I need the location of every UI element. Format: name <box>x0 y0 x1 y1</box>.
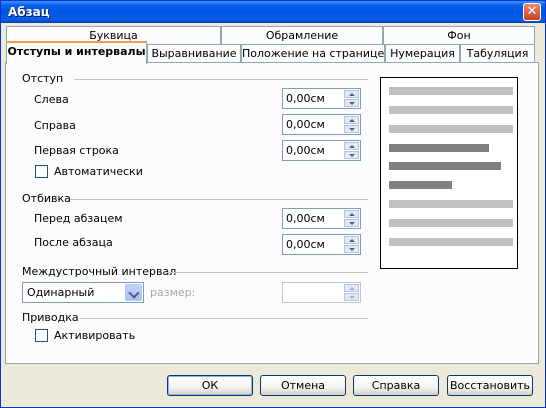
register-heading: Приводка <box>22 311 79 324</box>
chevron-down-icon[interactable] <box>125 284 142 301</box>
first-line-label: Первая строка <box>34 144 119 157</box>
paragraph-preview <box>380 77 518 269</box>
register-activate-checkbox[interactable] <box>35 329 48 342</box>
spin-up-icon[interactable] <box>344 142 359 150</box>
spacing-before-label: Перед абзацем <box>34 212 123 225</box>
indent-left-spinbox[interactable]: 0,00см <box>282 88 361 109</box>
indent-heading: Отступ <box>22 72 64 85</box>
spacing-after-value: 0,00см <box>286 238 325 251</box>
spacing-before-value: 0,00см <box>286 212 325 225</box>
tab-numbering[interactable]: Нумерация <box>385 44 460 64</box>
spin-down-icon[interactable] <box>344 151 359 159</box>
register-activate-label: Активировать <box>54 329 136 342</box>
reset-button[interactable]: Восстановить <box>447 375 533 396</box>
line-spacing-heading: Междустрочный интервал <box>22 265 177 278</box>
indent-separator <box>74 79 368 80</box>
spacing-separator <box>70 199 368 200</box>
spin-down-icon[interactable] <box>344 219 359 227</box>
spin-down-icon[interactable] <box>344 125 359 133</box>
preview-line <box>389 106 513 114</box>
indent-right-spinbox[interactable]: 0,00см <box>282 114 361 135</box>
spin-up-icon[interactable] <box>344 210 359 218</box>
auto-indent-label: Автоматически <box>54 165 143 178</box>
line-spacing-size-label: размер: <box>150 286 196 299</box>
close-icon: ✕ <box>526 4 538 19</box>
close-button[interactable]: ✕ <box>523 3 541 21</box>
cancel-button[interactable]: Отмена <box>260 375 346 396</box>
indent-left-value: 0,00см <box>286 92 325 105</box>
spacing-before-spinbox[interactable]: 0,00см <box>282 208 361 229</box>
spacing-heading: Отбивка <box>22 192 71 205</box>
preview-line <box>389 219 513 227</box>
indent-right-value: 0,00см <box>286 118 325 131</box>
preview-line <box>389 87 513 95</box>
line-spacing-size-spinbox <box>282 282 361 303</box>
auto-indent-checkbox[interactable] <box>35 165 48 178</box>
tab-borders[interactable]: Обрамление <box>221 26 383 46</box>
preview-line <box>389 238 513 246</box>
first-line-value: 0,00см <box>286 144 325 157</box>
line-spacing-select[interactable]: Одинарный <box>22 282 144 303</box>
tab-tabs[interactable]: Табуляция <box>460 44 535 64</box>
register-separator <box>80 318 368 319</box>
line-spacing-selected: Одинарный <box>27 286 95 299</box>
tab-background[interactable]: Фон <box>383 26 535 46</box>
spin-up-icon[interactable] <box>344 236 359 244</box>
ok-button[interactable]: ОК <box>167 375 253 396</box>
preview-line <box>389 125 513 133</box>
spin-down-icon <box>344 293 359 301</box>
spacing-after-spinbox[interactable]: 0,00см <box>282 234 361 255</box>
spin-up-icon <box>344 284 359 292</box>
title-bar[interactable]: Абзац ✕ <box>1 1 545 23</box>
tab-panel: Отступ Слева 0,00см Справа 0,00см Первая… <box>5 62 539 364</box>
spin-up-icon[interactable] <box>344 90 359 98</box>
tab-alignment[interactable]: Выравнивание <box>147 44 241 64</box>
first-line-spinbox[interactable]: 0,00см <box>282 140 361 161</box>
indent-right-label: Справа <box>34 119 76 132</box>
spacing-after-label: После абзаца <box>34 236 113 249</box>
preview-line-current <box>389 181 452 189</box>
indent-left-label: Слева <box>34 93 69 106</box>
spin-down-icon[interactable] <box>344 99 359 107</box>
spin-down-icon[interactable] <box>344 245 359 253</box>
preview-line-current <box>389 144 489 152</box>
line-spacing-separator <box>166 272 368 273</box>
help-button[interactable]: Справка <box>353 375 439 396</box>
tab-text-flow[interactable]: Положение на странице <box>241 44 385 64</box>
spin-up-icon[interactable] <box>344 116 359 124</box>
paragraph-dialog: Абзац ✕ Буквица Обрамление Фон Отступы и… <box>0 0 546 408</box>
tab-indents-spacing[interactable]: Отступы и интервалы <box>6 41 147 64</box>
window-title: Абзац <box>8 5 50 19</box>
preview-line-current <box>389 162 501 170</box>
preview-line <box>389 200 513 208</box>
